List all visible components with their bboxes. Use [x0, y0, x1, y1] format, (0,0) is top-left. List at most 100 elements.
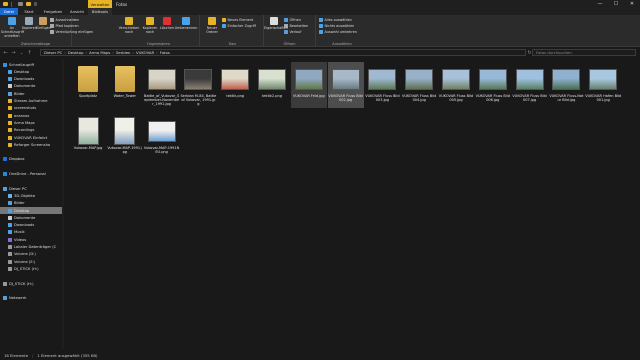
up-button[interactable]: ↑ — [26, 49, 33, 56]
image-file-item[interactable]: VUKOVAR Fluss-Natur Bild.jpg — [548, 62, 584, 108]
address-field[interactable]: Dieser PC › Desktop › Arma Maps › Serbien › … — [40, 49, 526, 56]
open-button[interactable]: Öffnen — [284, 18, 301, 22]
breadcrumb-arma-maps[interactable]: Arma Maps — [89, 50, 110, 55]
paste-shortcut-button[interactable]: Verknüpfung einfügen — [50, 30, 93, 34]
ribbon: An Schnellzugriff anheften Kopieren Einf… — [0, 15, 640, 47]
nav-item[interactable]: screenshots — [0, 105, 62, 112]
history-button[interactable]: Verlauf — [284, 30, 301, 34]
image-file-item[interactable]: tektik.png — [217, 62, 253, 108]
nav-item[interactable]: Schnellzugriff — [0, 61, 62, 68]
image-file-item[interactable]: Vukovar-MAP-1991NEU.png — [144, 114, 180, 160]
invert-selection-button[interactable]: Auswahl umkehren — [319, 30, 357, 34]
breadcrumb-fotos[interactable]: Fotos — [160, 50, 170, 55]
image-file-item[interactable]: VUKOVAR Fluss Bild 007.jpg — [512, 62, 548, 108]
breadcrumb-serbien[interactable]: Serbien — [116, 50, 131, 55]
nav-item[interactable]: DJ_STICK (H:) — [0, 280, 62, 287]
nav-item-label: Musik — [14, 230, 25, 235]
tab-start[interactable]: Start — [20, 8, 38, 15]
nav-item[interactable]: Volume (D:) — [0, 251, 62, 258]
quick-access-properties-icon[interactable] — [18, 2, 23, 6]
image-file-item[interactable]: VUKOVAR Fluss Bild 006.jpg — [475, 62, 511, 108]
nav-item[interactable]: Arma Maps — [0, 119, 62, 126]
breadcrumb-desktop[interactable]: Desktop — [68, 50, 84, 55]
image-file-item[interactable]: VUKOVAR Fluss Bild 005.jpg — [438, 62, 474, 108]
back-button[interactable]: ← — [2, 49, 9, 56]
nav-item[interactable]: Lokaler Datenträger (C — [0, 244, 62, 251]
select-all-button[interactable]: Alles auswählen — [319, 18, 352, 22]
image-file-item[interactable]: Serbian M-84, Battle of Vukovar, 1991.jp… — [180, 62, 216, 108]
image-file-item[interactable]: VUKOVAR Fluss Bild 004.jpg — [401, 62, 437, 108]
image-file-item[interactable]: VUKOVAR Fluss Bild 003.jpg — [364, 62, 400, 108]
selection-info: 1 Element ausgewählt (355 KB) — [37, 352, 98, 358]
nav-item[interactable]: Recordings — [0, 127, 62, 134]
folder-item[interactable]: Water_Tower — [107, 62, 143, 108]
move-to-button[interactable]: Verschieben nach — [118, 17, 140, 34]
context-tab-manage[interactable]: Verwalten — [88, 0, 112, 8]
new-folder-button[interactable]: Neuer Ordner — [204, 17, 220, 34]
nav-item[interactable]: Volume (E:) — [0, 258, 62, 265]
history-label: Verlauf — [289, 30, 302, 34]
cut-button[interactable]: Ausschneiden — [50, 18, 79, 22]
new-item-button[interactable]: Neues Element — [222, 18, 253, 22]
image-file-item[interactable]: Vukovar-MAP-1991.jpg — [107, 114, 143, 160]
image-file-item[interactable]: VUKOVAR Hafen Bild 001.jpg — [585, 62, 621, 108]
quick-access-dropdown-icon[interactable] — [34, 2, 37, 6]
nav-item[interactable]: OneDrive - Personal — [0, 171, 62, 178]
nav-item[interactable]: Bilder — [0, 90, 62, 97]
nav-item[interactable]: Dokumente — [0, 214, 62, 221]
edit-button[interactable]: Bearbeiten — [284, 24, 308, 28]
nav-item-label: Downloads — [14, 77, 35, 82]
close-button[interactable]: ✕ — [624, 0, 640, 8]
rename-button[interactable]: Umbenennen — [174, 17, 198, 30]
quick-access-new-folder-icon[interactable] — [26, 2, 31, 6]
copy-button[interactable]: Kopieren — [22, 17, 37, 30]
nav-item[interactable]: Desktop — [0, 68, 62, 75]
minimize-button[interactable]: — — [592, 0, 608, 8]
nav-item[interactable]: DJ_STICK (H:) — [0, 265, 62, 272]
nav-item[interactable]: Videos — [0, 236, 62, 243]
select-none-icon — [319, 24, 323, 28]
folder-item[interactable]: Sportplatz — [70, 62, 106, 108]
nav-item[interactable]: Reforger Screensho — [0, 141, 62, 148]
nav-item[interactable]: Dropbox — [0, 156, 62, 163]
image-thumbnail — [294, 65, 323, 93]
tab-file[interactable]: Datei — [0, 8, 18, 15]
search-input[interactable]: Fotos durchsuchen — [532, 49, 636, 56]
tab-view[interactable]: Ansicht — [68, 8, 86, 15]
nav-item[interactable]: 3D-Objekte — [0, 192, 62, 199]
properties-button[interactable]: Eigenschaften — [264, 17, 288, 30]
nav-item[interactable]: Desktop — [0, 207, 62, 214]
forward-button[interactable]: → — [10, 49, 17, 56]
tab-share[interactable]: Freigeben — [40, 8, 66, 15]
nav-item[interactable]: Bilder — [0, 200, 62, 207]
breadcrumb-vukovar[interactable]: VUKOVAR — [136, 50, 154, 55]
image-file-item[interactable]: Vukovar-MAP.jpg — [70, 114, 106, 160]
select-none-button[interactable]: Nichts auswählen — [319, 24, 354, 28]
nav-item[interactable]: Downloads — [0, 76, 62, 83]
nav-item[interactable]: VUKOVAR Einfahrt — [0, 134, 62, 141]
nav-item[interactable]: oceanos — [0, 112, 62, 119]
maximize-button[interactable]: ☐ — [608, 0, 624, 8]
paste-button[interactable]: Einfügen — [36, 17, 51, 30]
image-file-item[interactable]: tektik2.png — [254, 62, 290, 108]
image-file-item[interactable]: Battle_of_Vukovar_September-November_199… — [144, 62, 180, 108]
pin-to-quick-access-button[interactable]: An Schnellzugriff anheften — [1, 17, 24, 38]
copy-path-button[interactable]: Pfad kopieren — [50, 24, 79, 28]
new-folder-icon — [208, 17, 216, 25]
tab-picture-tools[interactable]: Bildtools — [88, 8, 112, 15]
image-file-item[interactable]: VUKOVAR Fluss Bild 002.jpg — [327, 62, 364, 108]
nav-item[interactable]: Dieser PC — [0, 185, 62, 192]
image-file-item[interactable]: VUKOVAR Feld.jpg — [290, 62, 327, 108]
nav-item-label: Netzwerk — [9, 296, 27, 301]
recent-locations-button[interactable]: ⌄ — [18, 49, 25, 56]
nav-item[interactable]: Dokumente — [0, 83, 62, 90]
nav-item[interactable]: Stream Aufnahme — [0, 98, 62, 105]
nav-item[interactable]: Musik — [0, 229, 62, 236]
easy-access-button[interactable]: Einfacher Zugriff — [222, 24, 256, 28]
breadcrumb-this-pc[interactable]: Dieser PC — [44, 50, 62, 55]
nav-item[interactable]: Netzwerk — [0, 295, 62, 302]
nav-item-label: Dieser PC — [9, 186, 27, 191]
copy-to-button[interactable]: Kopieren nach — [140, 17, 160, 34]
delete-button[interactable]: Löschen — [160, 17, 174, 30]
nav-item[interactable]: Downloads — [0, 222, 62, 229]
